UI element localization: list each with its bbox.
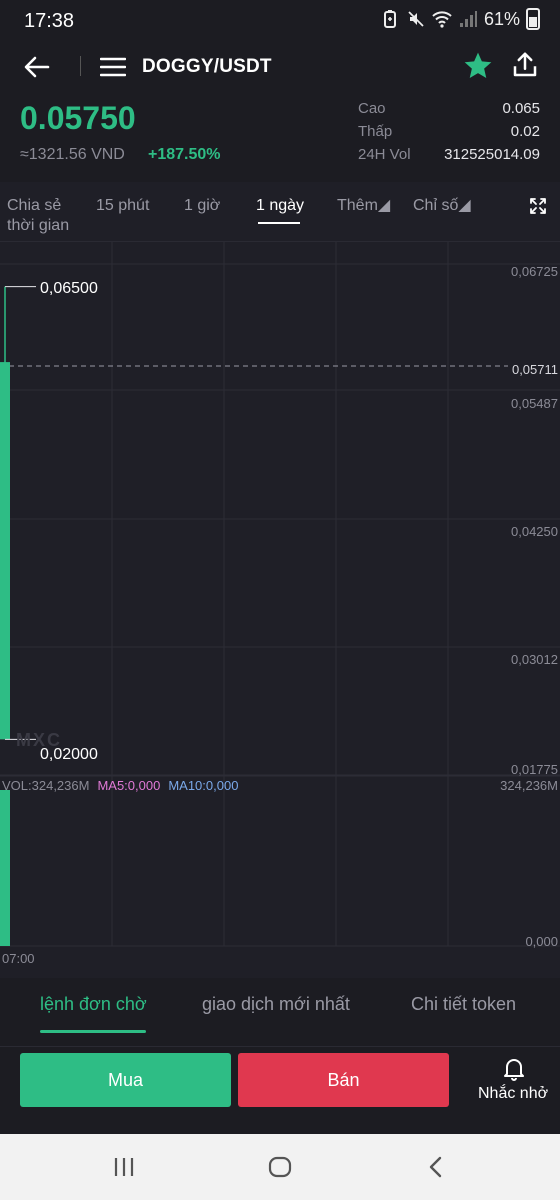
active-tab-indicator <box>258 222 300 224</box>
fiat-price: ≈1321.56 VND <box>20 146 125 163</box>
wifi-icon <box>432 9 452 29</box>
home-button[interactable] <box>260 1152 300 1182</box>
back-icon <box>429 1156 442 1178</box>
action-bar: Mua Bán Nhắc nhở <box>0 1046 560 1134</box>
stat-label: Cao <box>358 100 386 117</box>
tab-more[interactable]: Thêm◢ <box>337 196 390 216</box>
menu-button[interactable] <box>100 50 130 84</box>
candlestick-chart[interactable] <box>0 242 560 978</box>
mute-icon <box>406 9 426 29</box>
header-divider <box>80 56 81 76</box>
alert-label: Nhắc nhở <box>478 1085 549 1102</box>
x-time-label: 07:00 <box>2 951 35 966</box>
sell-button[interactable]: Bán <box>238 1053 449 1107</box>
y-tick-label: 0,05487 <box>511 396 558 411</box>
battery-saver-icon <box>380 9 400 29</box>
interval-bar: Chia sẻ thời gian 15 phút 1 giờ 1 ngày T… <box>0 182 560 242</box>
favorite-button[interactable] <box>462 50 496 84</box>
chart-area[interactable]: 0,06725 0,05711 0,05487 0,04250 0,03012 … <box>0 242 560 978</box>
volume-bar <box>0 790 10 946</box>
buy-button[interactable]: Mua <box>20 1053 231 1107</box>
high-price-callout: 0,06500 <box>40 280 98 297</box>
current-price-label: 0,05711 <box>511 362 558 377</box>
volume-zero-label: 0,000 <box>525 934 558 949</box>
tab-token-details[interactable]: Chi tiết token <box>411 994 516 1015</box>
stat-label: 24H Vol <box>358 146 411 163</box>
status-time: 17:38 <box>24 10 75 32</box>
fullscreen-button[interactable] <box>526 194 550 218</box>
stat-value: 0.065 <box>502 100 540 117</box>
active-tab-indicator <box>40 1030 146 1033</box>
status-bar: 17:38 61% <box>0 0 560 42</box>
tab-indicators[interactable]: Chỉ số◢ <box>413 196 471 216</box>
fullscreen-icon <box>530 198 546 214</box>
tab-latest-trades[interactable]: giao dịch mới nhất <box>202 994 350 1015</box>
stats-table: Cao 0.065 Thấp 0.02 24H Vol 312525014.09 <box>358 100 540 169</box>
pair-title[interactable]: DOGGY/USDT <box>142 56 272 78</box>
tab-time-share[interactable]: Chia sẻ thời gian <box>7 196 69 236</box>
system-back-button[interactable] <box>416 1152 456 1182</box>
recent-apps-icon <box>114 1158 134 1176</box>
stat-row-high: Cao 0.065 <box>358 100 540 123</box>
tab-pending-orders[interactable]: lệnh đơn chờ <box>40 994 147 1015</box>
ma5-label: MA5:0,000 <box>97 778 161 793</box>
back-button[interactable] <box>20 50 54 84</box>
tab-15m[interactable]: 15 phút <box>96 196 149 216</box>
bottom-tabs: lệnh đơn chờ giao dịch mới nhất Chi tiết… <box>0 978 560 1046</box>
volume-max-label: 324,236M <box>500 778 558 793</box>
ma10-label: MA10:0,000 <box>168 778 239 793</box>
battery-percent: 61% <box>483 8 520 29</box>
stat-label: Thấp <box>358 123 393 140</box>
stat-row-low: Thấp 0.02 <box>358 123 540 146</box>
bell-icon <box>504 1059 524 1081</box>
share-icon <box>513 52 537 77</box>
y-tick-label: 0,03012 <box>511 652 558 667</box>
tab-1h[interactable]: 1 giờ <box>184 196 220 216</box>
watermark-logo: MXC <box>16 730 62 750</box>
share-button[interactable] <box>510 50 544 84</box>
stat-row-volume: 24H Vol 312525014.09 <box>358 146 540 169</box>
star-icon <box>464 52 492 78</box>
battery-icon <box>526 8 540 30</box>
signal-icon <box>458 9 478 29</box>
stat-value: 312525014.09 <box>444 146 540 163</box>
price-panel: 0.05750 ≈1321.56 VND +187.50% Cao 0.065 … <box>0 92 560 182</box>
y-tick-label: 0,01775 <box>511 762 558 777</box>
volume-legend: VOL:324,236M MA5:0,000 MA10:0,000 <box>2 778 238 793</box>
header: DOGGY/USDT <box>0 42 560 92</box>
recent-apps-button[interactable] <box>104 1152 144 1182</box>
last-price: 0.05750 <box>20 100 136 136</box>
volume-label: VOL:324,236M <box>2 778 90 793</box>
stat-value: 0.02 <box>510 123 540 140</box>
y-tick-label: 0,06725 <box>511 264 558 279</box>
back-arrow-icon <box>24 56 50 78</box>
price-alert-button[interactable]: Nhắc nhở <box>470 1051 558 1109</box>
status-icons: 61% <box>380 8 540 30</box>
home-icon <box>268 1156 292 1178</box>
system-nav-bar <box>0 1134 560 1200</box>
tab-1d[interactable]: 1 ngày <box>256 196 304 216</box>
change-percent: +187.50% <box>148 146 221 163</box>
y-tick-label: 0,04250 <box>511 524 558 539</box>
menu-icon <box>100 57 126 77</box>
candle-body <box>0 362 10 740</box>
